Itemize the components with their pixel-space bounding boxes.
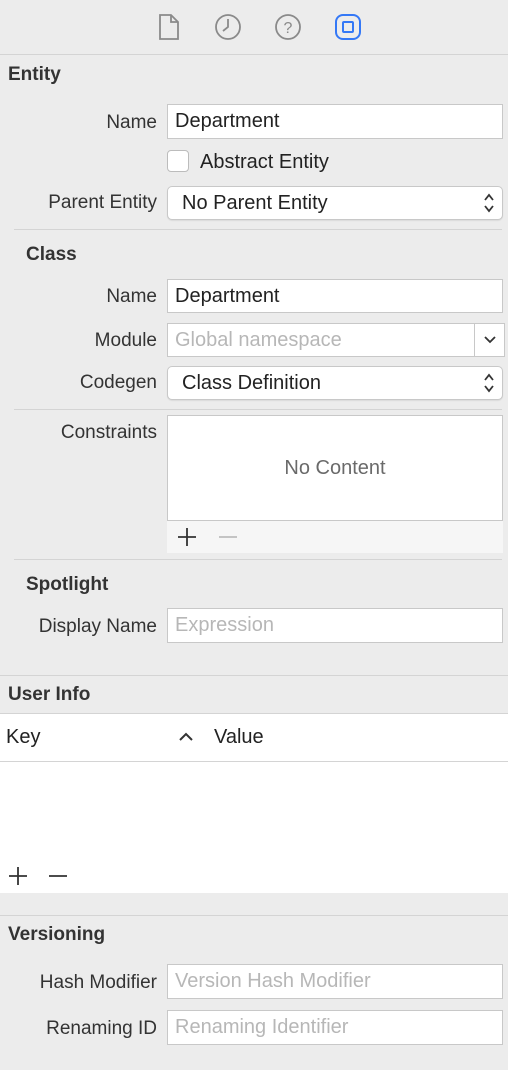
remove-constraint-button[interactable] [217,526,239,553]
divider [14,229,502,230]
add-constraint-button[interactable] [176,526,198,553]
parent-entity-popup[interactable]: No Parent Entity [167,186,503,220]
up-down-chevron-icon [482,191,496,215]
divider [0,54,508,55]
class-section-title: Class [26,244,77,265]
svg-text:?: ? [284,20,293,37]
module-dropdown-button[interactable] [474,323,505,357]
constraints-label: Constraints [60,422,157,443]
renaming-id-field[interactable]: Renaming Identifier [167,1010,503,1045]
chevron-down-icon [482,333,498,352]
spotlight-section-title: Spotlight [26,574,109,595]
codegen-value: Class Definition [182,372,321,394]
remove-user-info-button[interactable] [47,865,69,892]
key-column-header[interactable]: Key [6,726,40,749]
class-name-label: Name [106,286,157,307]
renaming-id-label: Renaming ID [46,1018,157,1039]
class-name-field[interactable]: Department [167,279,503,313]
user-info-header: Key Value [0,714,508,762]
entity-section-title: Entity [8,64,61,85]
hash-modifier-field[interactable]: Version Hash Modifier [167,964,503,999]
help-icon[interactable]: ? [273,12,303,42]
data-model-inspector-icon[interactable] [333,12,363,42]
plus-icon [9,867,27,885]
display-name-field[interactable]: Expression [167,608,503,643]
user-info-section-title: User Info [8,684,91,705]
renaming-id-placeholder: Renaming Identifier [175,1016,349,1038]
codegen-popup[interactable]: Class Definition [167,366,503,400]
plus-icon [178,528,196,546]
divider [0,915,508,916]
display-name-placeholder: Expression [175,614,274,636]
divider [14,559,502,560]
abstract-entity-label: Abstract Entity [200,151,329,173]
abstract-entity-checkbox[interactable] [167,150,189,172]
parent-entity-value: No Parent Entity [182,192,328,214]
codegen-label: Codegen [79,372,157,393]
divider [14,409,502,410]
module-combo-field[interactable]: Global namespace [167,323,505,357]
value-column-header[interactable]: Value [214,726,264,749]
minus-icon [219,536,237,538]
clock-icon[interactable] [213,12,243,42]
minus-icon [49,875,67,877]
display-name-label: Display Name [38,616,157,637]
constraints-empty-text: No Content [284,457,386,479]
module-placeholder: Global namespace [175,329,342,351]
user-info-table[interactable]: Key Value [0,713,508,893]
module-label: Module [94,330,157,351]
hash-modifier-placeholder: Version Hash Modifier [175,970,371,992]
up-down-chevron-icon [482,371,496,395]
divider [0,675,508,676]
versioning-section-title: Versioning [8,924,106,945]
constraints-table[interactable]: No Content [167,415,503,521]
entity-name-field[interactable]: Department [167,104,503,139]
add-user-info-button[interactable] [7,865,29,892]
hash-modifier-label: Hash Modifier [39,972,157,993]
entity-name-label: Name [106,112,157,133]
inspector-toolbar: ? [0,0,508,55]
parent-entity-label: Parent Entity [48,192,157,213]
sort-ascending-icon[interactable] [177,728,195,751]
file-icon[interactable] [154,12,184,42]
